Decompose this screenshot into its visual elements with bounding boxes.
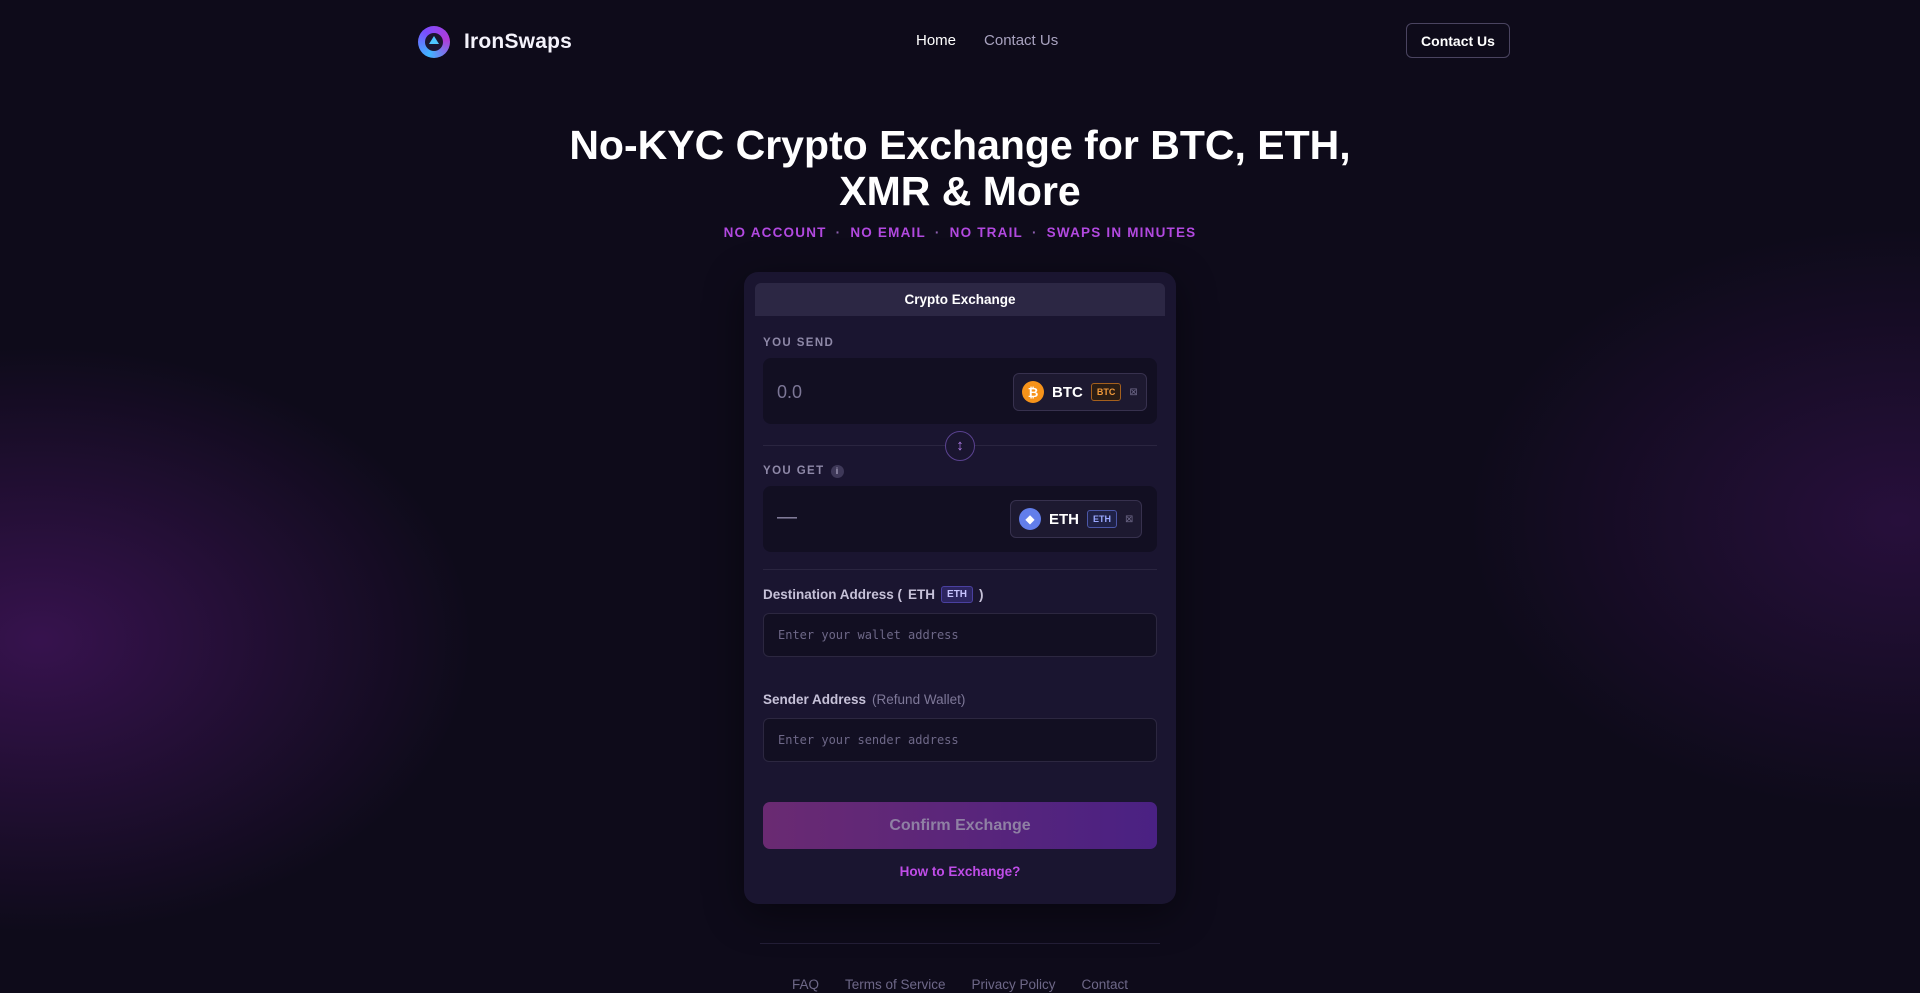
you-get-label-text: YOU GET [763,465,825,477]
footer-link-contact[interactable]: Contact [1082,977,1129,992]
send-coin-select[interactable]: ₿ BTC BTC ⊠ [1013,373,1147,411]
dropdown-icon: ⊠ [1129,386,1138,398]
sender-address-input[interactable] [763,718,1157,762]
destination-coin-badge: ETH [941,586,974,603]
get-amount-box: — ◆ ETH ETH ⊠ [763,486,1157,552]
tag-separator: · [1031,225,1038,240]
get-coin-badge: ETH [1087,510,1117,528]
tag-no-email: NO EMAIL [850,225,926,240]
brand[interactable]: IronSwaps [418,24,572,60]
page-title: No-KYC Crypto Exchange for BTC, ETH, XMR… [569,122,1351,214]
destination-address-input[interactable] [763,613,1157,657]
swap-direction-button[interactable]: ↕ [945,431,975,461]
contact-us-button[interactable]: Contact Us [1406,23,1510,58]
send-coin-code: BTC [1052,383,1083,401]
destination-address-label: Destination Address ( ETH ETH ) [763,586,984,603]
bitcoin-icon: ₿ [1022,381,1044,403]
send-amount-input[interactable] [777,380,977,404]
section-divider [763,569,1157,570]
how-to-exchange-link[interactable]: How to Exchange? [744,864,1176,879]
footer-link-privacy[interactable]: Privacy Policy [971,977,1055,992]
footer-link-faq[interactable]: FAQ [792,977,819,992]
tag-separator: · [835,225,842,240]
you-get-label: YOU GET i [763,465,844,478]
destination-label-close: ) [979,587,984,602]
get-coin-code: ETH [1049,510,1079,528]
sender-label-hint: (Refund Wallet) [872,692,966,707]
nav-item-home[interactable]: Home [916,32,956,49]
nav-item-contact-us[interactable]: Contact Us [984,32,1058,49]
sender-label-text: Sender Address [763,692,867,707]
confirm-exchange-button[interactable]: Confirm Exchange [763,802,1157,849]
dropdown-icon: ⊠ [1125,513,1134,525]
you-send-label: YOU SEND [763,337,835,349]
hero-tagline: NO ACCOUNT · NO EMAIL · NO TRAIL · SWAPS IN MI… [560,225,1360,240]
site-header: IronSwaps Home Contact Us Contact Us [0,0,1920,82]
tag-no-trail: NO TRAIL [949,225,1023,240]
main-nav: Home Contact Us [916,32,1058,49]
send-coin-badge: BTC [1090,383,1122,401]
tab-crypto-exchange[interactable]: Crypto Exchange [755,283,1165,316]
footer-link-terms[interactable]: Terms of Service [845,977,946,992]
send-amount-box: ₿ BTC BTC ⊠ [763,358,1157,424]
ironswaps-logo-icon [418,26,450,58]
sender-address-label: Sender Address (Refund Wallet) [763,692,965,707]
ethereum-icon: ◆ [1019,508,1041,530]
info-icon[interactable]: i [830,465,844,478]
footer-divider [760,943,1160,944]
brand-name: IronSwaps [464,30,572,53]
footer-nav: FAQ Terms of Service Privacy Policy Cont… [760,977,1160,992]
tag-swaps-in-minutes: SWAPS IN MINUTES [1046,225,1197,240]
exchange-card: Crypto Exchange YOU SEND ₿ BTC BTC ⊠ ↕ Y… [744,272,1176,904]
tag-no-account: NO ACCOUNT [723,225,827,240]
get-coin-select[interactable]: ◆ ETH ETH ⊠ [1010,500,1143,538]
tag-separator: · [934,225,941,240]
get-amount-value: — [777,506,797,528]
destination-label-text: Destination Address ( [763,587,903,602]
destination-coin: ETH [908,587,936,602]
